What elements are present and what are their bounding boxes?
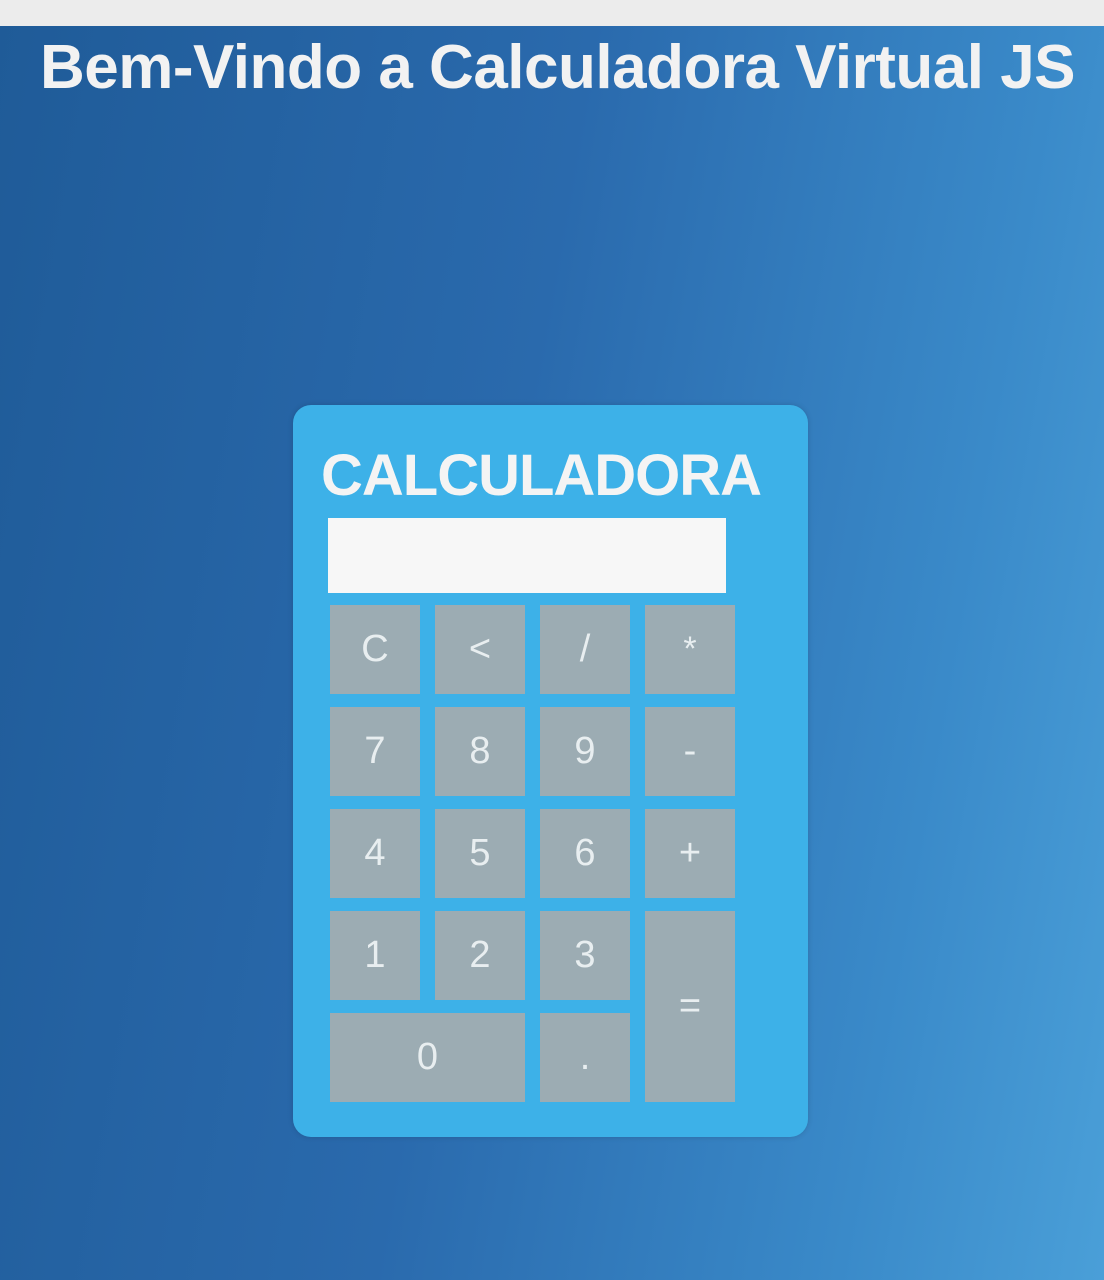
clear-button[interactable]: C — [330, 605, 420, 694]
digit-3-button[interactable]: 3 — [540, 911, 630, 1000]
digit-9-button[interactable]: 9 — [540, 707, 630, 796]
digit-7-button[interactable]: 7 — [330, 707, 420, 796]
digit-5-button[interactable]: 5 — [435, 809, 525, 898]
browser-top-strip — [0, 0, 1104, 26]
digit-4-button[interactable]: 4 — [330, 809, 420, 898]
page-title: Bem-Vindo a Calculadora Virtual JS — [40, 33, 1076, 102]
subtract-button[interactable]: - — [645, 707, 735, 796]
digit-8-button[interactable]: 8 — [435, 707, 525, 796]
digit-1-button[interactable]: 1 — [330, 911, 420, 1000]
add-button[interactable]: + — [645, 809, 735, 898]
digit-6-button[interactable]: 6 — [540, 809, 630, 898]
calculator-keypad: C < / * 7 8 9 - 4 5 6 + 1 2 3 = 0 . — [330, 605, 735, 1102]
calculator: CALCULADORA C < / * 7 8 9 - 4 5 6 + 1 2 … — [293, 405, 808, 1137]
backspace-button[interactable]: < — [435, 605, 525, 694]
digit-0-button[interactable]: 0 — [330, 1013, 525, 1102]
calculator-display[interactable] — [328, 518, 726, 593]
equals-button[interactable]: = — [645, 911, 735, 1102]
decimal-button[interactable]: . — [540, 1013, 630, 1102]
calculator-title: CALCULADORA — [321, 443, 762, 508]
multiply-button[interactable]: * — [645, 605, 735, 694]
divide-button[interactable]: / — [540, 605, 630, 694]
digit-2-button[interactable]: 2 — [435, 911, 525, 1000]
